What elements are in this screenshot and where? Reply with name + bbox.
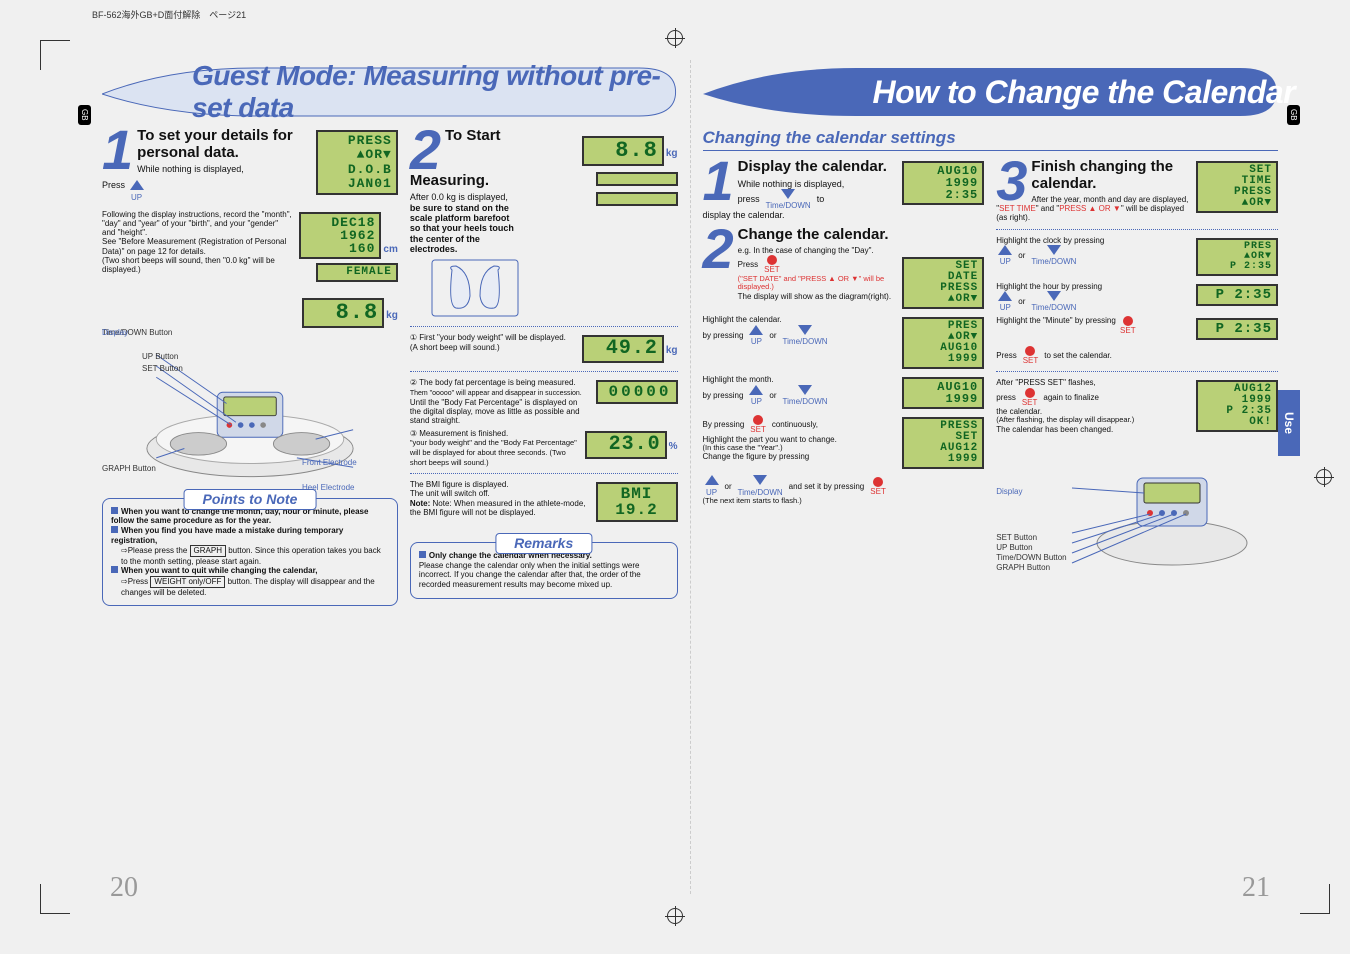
source-file-label: BF-562海外GB+D面付解除 ページ21 <box>92 8 246 21</box>
page-21: How to Change the Calendar Changing the … <box>691 60 1291 894</box>
up-icon <box>130 180 144 190</box>
lcd-492: 49.2 <box>582 335 664 363</box>
crop-mark <box>40 40 70 70</box>
lbl-front: Front Electrode <box>302 458 357 467</box>
cm-unit: cm <box>383 244 397 255</box>
lbl-up-r: UP Button <box>996 543 1032 552</box>
press-label: Press <box>102 180 125 190</box>
lbl-up: UP Button <box>142 352 178 361</box>
lcd-88kg: 8.8 <box>302 298 384 328</box>
lcd-pressset-aug12: PRESS SET AUG12 1999 <box>902 417 984 469</box>
lbl-display-r: Display <box>996 487 1022 496</box>
right-step3-num: 3 <box>996 159 1027 204</box>
step1-follow: Following the display instructions, reco… <box>102 210 293 274</box>
right-step1-num: 1 <box>703 159 734 204</box>
lcd-aug10b: AUG10 1999 <box>902 377 984 409</box>
lbl-display: Display <box>102 328 128 337</box>
crop-mark <box>1300 884 1330 914</box>
page-number-20: 20 <box>110 872 138 904</box>
lcd-p235c: P 2:35 <box>1196 318 1278 340</box>
registration-mark <box>667 30 683 46</box>
step-number-1: 1 <box>102 128 133 173</box>
banner-guest-mode: Guest Mode: Measuring without pre-set da… <box>102 66 678 118</box>
lcd-setdate: SET DATE PRESS ▲OR▼ <box>902 257 984 309</box>
lcd-aug10-235: AUG10 1999 2:35 <box>902 161 984 205</box>
right-step2-num: 2 <box>703 227 734 272</box>
scale-diagram: Time/DOWN Button Display UP Button SET B… <box>102 336 398 488</box>
lcd-p235a: PRES ▲OR▼ P 2:35 <box>1196 238 1278 276</box>
lbl-graph-r: GRAPH Button <box>996 563 1050 572</box>
points-to-note-box: Points to Note When you want to change t… <box>102 498 398 606</box>
scale-diagram-right: Display SET Button UP Button Time/DOWN B… <box>996 438 1278 580</box>
remarks-box: Remarks Only change the calendar when ne… <box>410 542 678 598</box>
lcd-ok: AUG12 1999 P 2:35 OK! <box>1196 380 1278 432</box>
section-heading: Changing the calendar settings <box>703 128 1279 151</box>
lcd-dec18: DEC18 1962 160 <box>299 212 381 259</box>
remarks-title: Remarks <box>495 533 592 554</box>
banner-title: Guest Mode: Measuring without pre-set da… <box>192 60 678 124</box>
banner-calendar: How to Change the Calendar <box>703 66 1279 118</box>
lbl-set-r: SET Button <box>996 533 1037 542</box>
points-title: Points to Note <box>183 489 316 510</box>
lbl-time-r: Time/DOWN Button <box>996 553 1066 562</box>
page-number-21: 21 <box>1242 872 1270 904</box>
step-number-2: 2 <box>410 128 441 173</box>
registration-mark <box>667 908 683 924</box>
down-icon <box>781 189 795 199</box>
step1-nothing: While nothing is displayed, <box>102 164 310 174</box>
lcd-ooooo: 00000 <box>596 380 678 404</box>
lcd-settime: SET TIME PRESS ▲OR▼ <box>1196 161 1278 213</box>
registration-mark <box>1316 469 1332 485</box>
lcd-88: 8.8 <box>582 136 664 166</box>
up-label: UP <box>130 193 144 202</box>
lbl-set: SET Button <box>142 364 183 373</box>
lcd-press-dob: PRESS ▲OR▼ D.O.B JAN01 <box>316 130 398 195</box>
banner-title-right: How to Change the Calendar <box>873 74 1296 111</box>
lcd-pres-aug10: PRES ▲OR▼ AUG10 1999 <box>902 317 984 369</box>
kg-unit: kg <box>386 310 398 321</box>
lcd-female: FEMALE <box>316 263 398 282</box>
step1-title: To set your details for personal data. <box>102 128 310 161</box>
lcd-bmi: BMI 19.2 <box>596 482 678 522</box>
feet-on-scale-icon <box>430 258 520 320</box>
lcd-230: 23.0 <box>585 431 667 459</box>
r-step2-title: Change the calendar. <box>703 227 985 244</box>
lcd-p235b: P 2:35 <box>1196 284 1278 306</box>
lbl-graph: GRAPH Button <box>102 464 156 473</box>
set-icon <box>767 255 777 265</box>
page-20: Guest Mode: Measuring without pre-set da… <box>90 60 691 894</box>
crop-mark <box>40 884 70 914</box>
